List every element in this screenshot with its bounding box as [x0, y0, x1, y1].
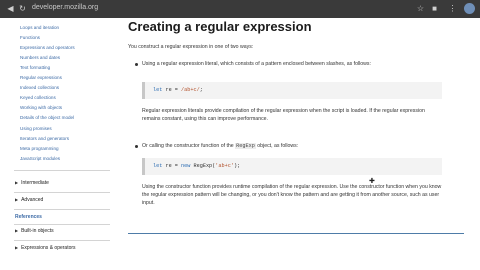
sidebar-item-modules[interactable]: JavaScript modules	[20, 156, 60, 161]
menu-icon[interactable]: ⋮	[448, 4, 457, 13]
profile-avatar[interactable]	[464, 3, 475, 14]
expand-arrow-icon: ▶	[15, 197, 19, 202]
sidebar-divider	[14, 240, 110, 241]
sidebar-item-numbers[interactable]: Numbers and dates	[20, 55, 60, 60]
sidebar-item-objects[interactable]: Working with objects	[20, 105, 62, 110]
sidebar-item-iterators[interactable]: Iterators and generators	[20, 136, 69, 141]
sidebar-group-advanced[interactable]: ▶ Advanced	[15, 197, 43, 203]
address-bar[interactable]: developer.mozilla.org	[32, 4, 98, 11]
bullet-point	[135, 145, 138, 148]
back-icon[interactable]: ◀	[6, 4, 15, 13]
code-string: 'ab+c'	[215, 163, 234, 169]
code-text: RegExp(	[190, 163, 216, 169]
main-content: Creating a regular expression You constr…	[118, 18, 480, 270]
code-block-constructor: let re = new RegExp('ab+c');	[142, 158, 442, 175]
sidebar-divider	[14, 170, 110, 171]
code-keyword: let	[153, 163, 163, 169]
sidebar-group-label: Expressions & operators	[21, 245, 76, 251]
regexp-link[interactable]: RegExp	[235, 143, 256, 149]
bullet-point	[135, 63, 138, 66]
expand-arrow-icon: ▶	[15, 180, 19, 185]
sidebar-item-expressions[interactable]: Expressions and operators	[20, 45, 75, 50]
code-text: ;	[199, 87, 203, 93]
sidebar-references-heading: References	[15, 214, 42, 220]
sidebar-group-builtin-objects[interactable]: ▶ Built-in objects	[15, 228, 54, 234]
code-keyword: new	[181, 163, 191, 169]
sidebar-item-regular-expressions[interactable]: Regular expressions	[20, 75, 62, 80]
sidebar-group-expressions-operators[interactable]: ▶ Expressions & operators	[15, 245, 76, 251]
sidebar-item-object-model[interactable]: Details of the object model	[20, 115, 74, 120]
code-block-literal: let re = /ab+c/;	[142, 82, 442, 99]
sidebar-item-keyed-collections[interactable]: Keyed collections	[20, 95, 56, 100]
sidebar-group-label: Built-in objects	[21, 228, 54, 234]
browser-toolbar: ◀ ↻ developer.mozilla.org ☆ ■ ⋮	[0, 0, 480, 18]
code-text: re =	[162, 163, 182, 169]
sidebar-item-functions[interactable]: Functions	[20, 35, 40, 40]
bullet-text: object, as follows:	[255, 143, 299, 149]
sidebar-item-meta-programming[interactable]: Meta programming	[20, 146, 59, 151]
reload-icon[interactable]: ↻	[18, 4, 27, 13]
code-keyword: let	[153, 87, 163, 93]
code-line: let re = /ab+c/;	[153, 87, 203, 93]
literal-description: Regular expression literals provide comp…	[142, 108, 425, 122]
code-string: /ab+c/	[181, 87, 200, 93]
extension-icon[interactable]: ■	[430, 4, 439, 13]
sidebar-group-label: Intermediate	[21, 180, 49, 186]
sidebar-item-loops[interactable]: Loops and iteration	[20, 25, 59, 30]
sidebar-item-indexed-collections[interactable]: Indexed collections	[20, 85, 59, 90]
code-text: re =	[162, 87, 182, 93]
sidebar: Loops and iteration Functions Expression…	[0, 18, 118, 270]
sidebar-item-promises[interactable]: Using promises	[20, 126, 52, 131]
page-title: Creating a regular expression	[128, 19, 312, 34]
expand-arrow-icon: ▶	[15, 228, 19, 233]
bullet-text: Or calling the constructor function of t…	[142, 143, 236, 149]
sidebar-group-intermediate[interactable]: ▶ Intermediate	[15, 180, 49, 186]
sidebar-item-text-formatting[interactable]: Text formatting	[20, 65, 50, 70]
bullet-literal-text: Using a regular expression literal, whic…	[142, 61, 371, 67]
bullet-constructor-text: Or calling the constructor function of t…	[142, 142, 442, 150]
mouse-cursor-icon: ✚	[369, 178, 375, 185]
bookmark-icon[interactable]: ☆	[416, 4, 425, 13]
sidebar-group-label: Advanced	[21, 197, 44, 203]
sidebar-divider	[14, 224, 110, 225]
code-line: let re = new RegExp('ab+c');	[153, 163, 240, 169]
sidebar-divider	[14, 209, 110, 210]
section-divider	[128, 233, 464, 234]
intro-text: You construct a regular expression in on…	[128, 44, 254, 50]
code-text: );	[233, 163, 241, 169]
browser-screen: ◀ ↻ developer.mozilla.org ☆ ■ ⋮ Loops an…	[0, 0, 480, 270]
sidebar-divider	[14, 192, 110, 193]
constructor-description: Using the constructor function provides …	[142, 184, 442, 206]
expand-arrow-icon: ▶	[15, 245, 19, 250]
